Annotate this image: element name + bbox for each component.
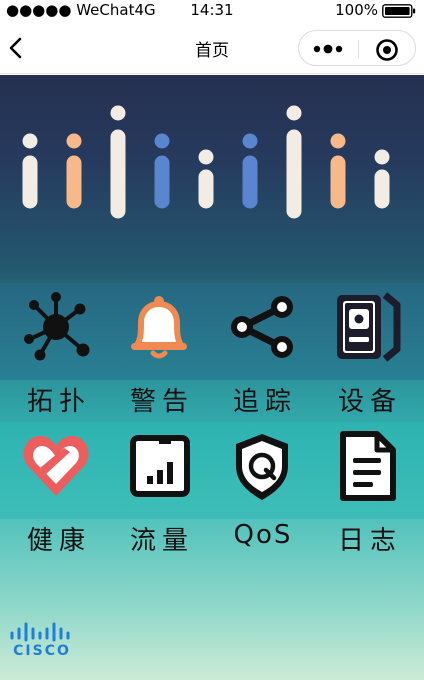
mini-program-capsule xyxy=(298,30,416,66)
menu-label-alert: 警告 xyxy=(129,387,194,417)
menu-label-health: 健康 xyxy=(26,526,91,556)
status-bar: ●●●●● WeChat4G 14:31 100% xyxy=(0,0,424,22)
menu-label-trace: 追踪 xyxy=(232,387,297,417)
battery-full-icon xyxy=(382,4,416,18)
navigation-bar: 首页 xyxy=(0,22,424,74)
document-icon xyxy=(340,431,396,501)
menu-label-topology: 拓扑 xyxy=(26,387,91,417)
menu-item-topology[interactable]: 拓扑 xyxy=(6,283,106,421)
menu-label-traffic: 流量 xyxy=(129,526,194,556)
cisco-logo: CISCO xyxy=(8,621,76,661)
home-content: 拓扑 警告 追踪 设备 健康 流量 QoS 日志 CISCO xyxy=(0,75,424,680)
menu-item-health[interactable]: 健康 xyxy=(6,422,106,560)
menu-row-2: 健康 流量 QoS 日志 xyxy=(0,422,424,560)
menu-label-qos: QoS xyxy=(233,520,293,550)
menu-label-device: 设备 xyxy=(337,387,402,417)
shield-q-icon xyxy=(236,434,288,500)
heart-icon xyxy=(23,436,89,496)
menu-item-trace[interactable]: 追踪 xyxy=(212,283,312,421)
menu-row-1: 拓扑 警告 追踪 设备 xyxy=(0,283,424,421)
bell-icon xyxy=(131,296,187,359)
menu-item-log[interactable]: 日志 xyxy=(317,422,417,560)
cisco-logo-text: CISCO xyxy=(13,643,71,659)
menu-label-log: 日志 xyxy=(337,526,402,556)
menu-item-alert[interactable]: 警告 xyxy=(109,283,209,421)
topology-icon xyxy=(24,292,90,361)
menu-item-qos[interactable]: QoS xyxy=(212,422,312,560)
capsule-divider xyxy=(358,40,359,58)
more-dots-icon[interactable] xyxy=(313,42,345,56)
menu-item-traffic[interactable]: 流量 xyxy=(109,422,209,560)
device-icon xyxy=(337,292,401,362)
cisco-bars-banner-icon xyxy=(22,105,390,219)
traffic-chart-icon xyxy=(130,435,190,497)
cisco-bars-icon xyxy=(10,622,70,642)
share-trace-icon xyxy=(231,296,293,358)
menu-item-device[interactable]: 设备 xyxy=(317,283,417,421)
target-circle-icon[interactable] xyxy=(375,38,399,62)
battery-percent: 100% xyxy=(335,1,378,19)
